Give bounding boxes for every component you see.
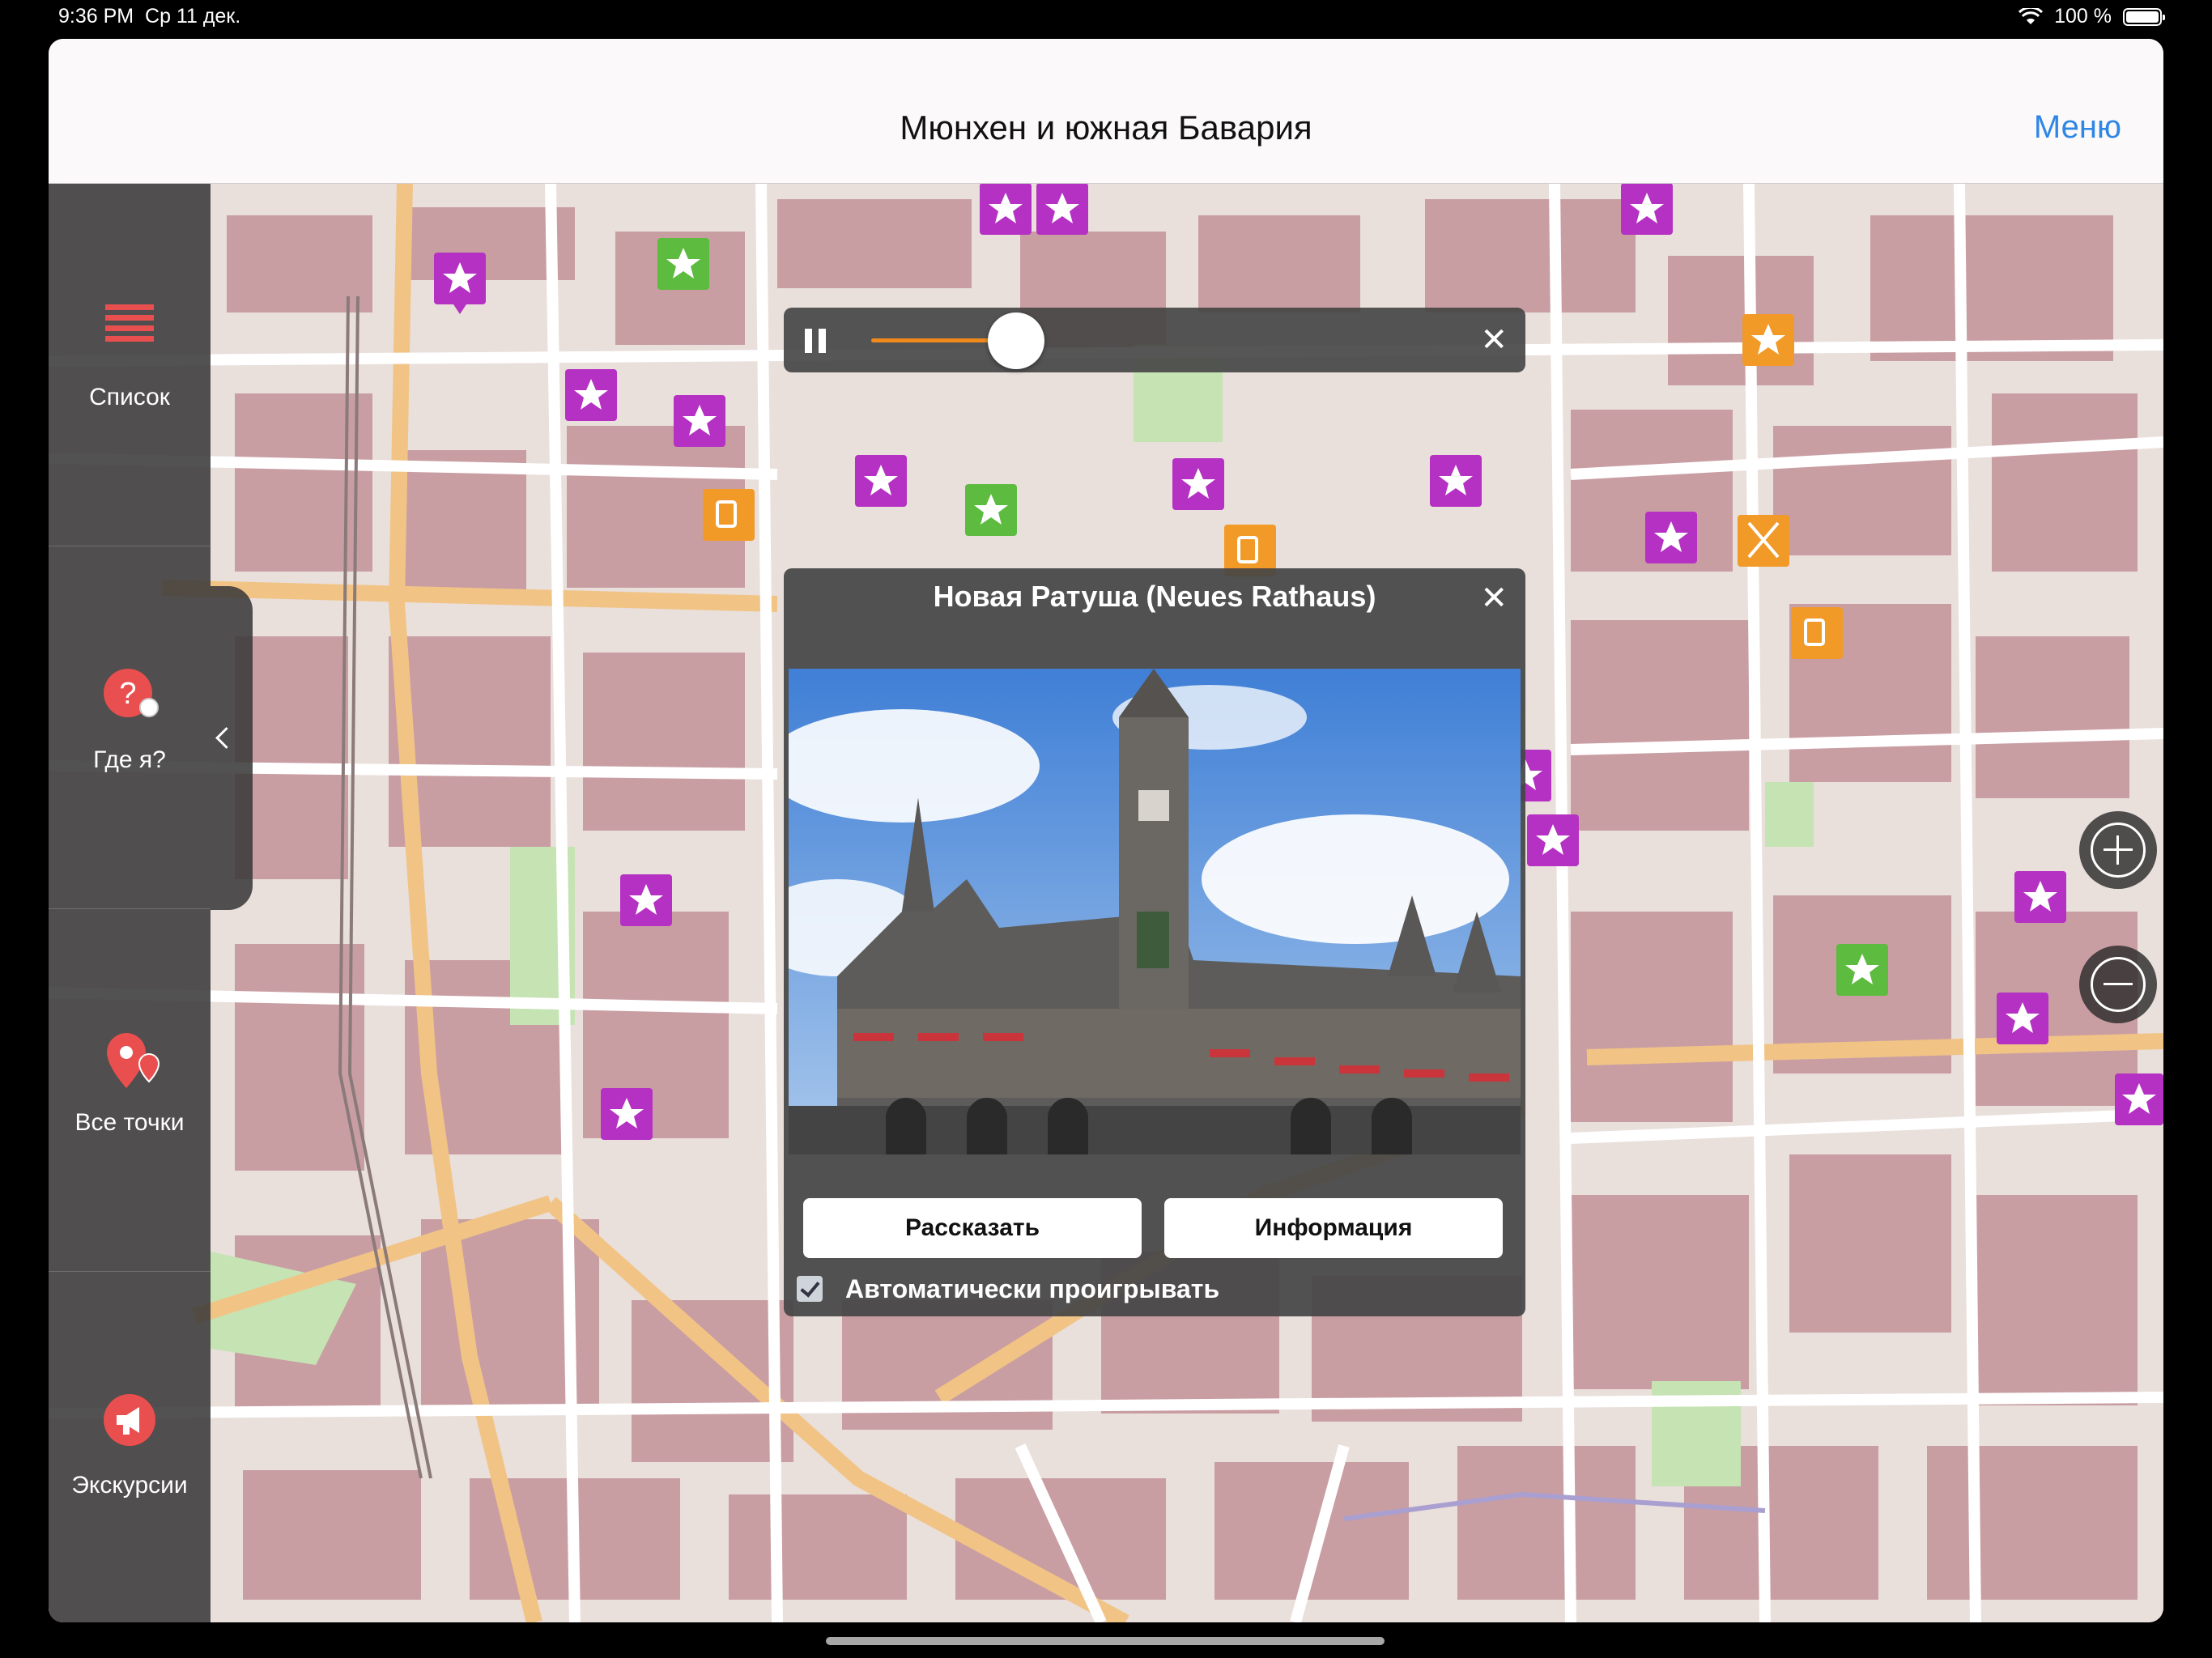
popup-title: Новая Ратуша (Neues Rathaus)	[933, 580, 1376, 613]
sight-marker[interactable]	[980, 183, 1032, 235]
list-icon	[102, 303, 157, 358]
zoom-in-button[interactable]	[2079, 811, 2157, 889]
sidebar-item-label: Все точки	[74, 1109, 185, 1136]
zoom-out-button[interactable]	[2079, 946, 2157, 1023]
food-marker[interactable]	[1742, 314, 1794, 366]
sidebar-item-label: Экскурсии	[71, 1472, 188, 1499]
sight-marker[interactable]	[1997, 993, 2048, 1044]
autoplay-label: Автоматически проигрывать	[845, 1274, 1220, 1303]
sidebar-item-tours[interactable]: Экскурсии	[49, 1271, 211, 1622]
sight-marker[interactable]	[2115, 1073, 2163, 1125]
sight-marker[interactable]	[2014, 871, 2066, 923]
close-icon[interactable]: ✕	[1480, 324, 1508, 356]
sidebar-item-label: Список	[89, 384, 170, 410]
where-am-i-icon: ?	[102, 667, 159, 722]
battery-percent: 100 %	[2054, 5, 2112, 28]
svg-text:?: ?	[119, 677, 136, 711]
status-bar: 9:36 PM Ср 11 дек. 100 %	[0, 0, 2212, 37]
chevron-left-icon	[215, 727, 237, 749]
sidebar-item-all-points[interactable]: Все точки	[49, 908, 211, 1272]
info-button[interactable]: Информация	[1164, 1198, 1503, 1258]
sight-marker[interactable]	[565, 369, 617, 421]
home-indicator[interactable]	[826, 1637, 1385, 1645]
sidebar-collapse-tab[interactable]	[211, 586, 253, 910]
beer-marker[interactable]	[1791, 607, 1843, 659]
pause-button[interactable]	[805, 329, 829, 353]
wifi-icon	[2018, 7, 2044, 24]
park-marker[interactable]	[657, 238, 709, 290]
sight-marker[interactable]	[855, 455, 907, 507]
sight-marker[interactable]	[1036, 183, 1088, 235]
autoplay-checkbox[interactable]	[797, 1276, 823, 1302]
playback-slider-handle[interactable]	[988, 312, 1044, 369]
status-time: 9:36 PM Ср 11 дек.	[58, 5, 241, 28]
sidebar: Список ? Где я? Все точки Экскурсии	[49, 183, 211, 1622]
sight-marker[interactable]	[434, 253, 486, 314]
park-marker[interactable]	[1836, 944, 1888, 996]
poi-popup: Новая Ратуша (Neues Rathaus) ✕ Рассказат…	[784, 568, 1525, 1316]
sight-marker[interactable]	[1645, 512, 1697, 563]
sight-marker[interactable]	[601, 1088, 653, 1140]
restaurant-marker[interactable]	[1738, 515, 1789, 567]
tell-button[interactable]: Рассказать	[803, 1198, 1142, 1258]
battery-icon	[2123, 7, 2165, 26]
sight-marker[interactable]	[1621, 183, 1673, 235]
sight-marker[interactable]	[1172, 458, 1224, 510]
sight-marker[interactable]	[1527, 814, 1579, 866]
sidebar-item-where-am-i[interactable]: ? Где я?	[49, 546, 211, 909]
poi-photo	[789, 669, 1521, 1154]
sight-marker[interactable]	[1430, 455, 1482, 507]
tours-icon	[102, 1392, 157, 1448]
audio-player: ✕	[784, 308, 1525, 372]
sight-marker[interactable]	[674, 395, 725, 447]
app-window: Мюнхен и южная Бавария Меню Список ? Где…	[49, 39, 2163, 1622]
park-marker[interactable]	[965, 484, 1017, 536]
page-title: Мюнхен и южная Бавария	[900, 108, 1312, 147]
sidebar-item-label: Где я?	[93, 746, 166, 773]
sight-marker[interactable]	[620, 874, 672, 926]
all-points-icon	[102, 1030, 160, 1088]
menu-button[interactable]: Меню	[2034, 109, 2121, 146]
close-icon[interactable]: ✕	[1480, 580, 1508, 617]
beer-marker[interactable]	[703, 489, 755, 541]
navigation-bar: Мюнхен и южная Бавария Меню	[49, 39, 2163, 184]
sidebar-item-list[interactable]: Список	[49, 183, 211, 546]
